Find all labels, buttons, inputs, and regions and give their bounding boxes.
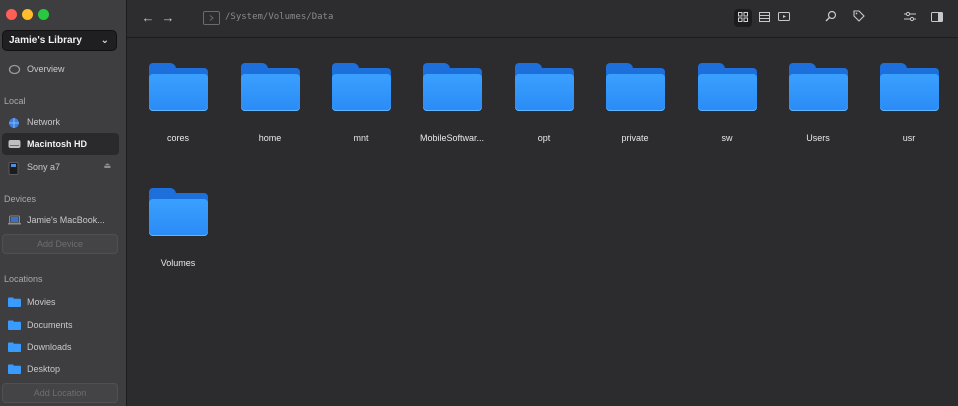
folder-name: private: [621, 133, 649, 143]
folder-icon: [605, 63, 665, 111]
laptop-icon: [8, 215, 21, 226]
sidebar-item-label: Jamie's MacBook...: [27, 215, 105, 225]
folder-item-home[interactable]: home: [227, 63, 313, 143]
globe-icon: [8, 117, 21, 128]
sidebar: Jamie's Library ⌄ Overview Local Network…: [0, 0, 127, 406]
sidebar-item-label: Network: [27, 117, 61, 127]
folder-icon: [8, 342, 21, 353]
library-selector[interactable]: Jamie's Library ⌄: [2, 30, 117, 51]
folder-item-usr[interactable]: usr: [866, 63, 952, 143]
folder-item-opt[interactable]: opt: [501, 63, 587, 143]
sidebar-item-macbook[interactable]: Jamie's MacBook...: [2, 209, 119, 231]
folder-icon: [879, 63, 939, 111]
inspector-panel-icon[interactable]: [929, 10, 945, 26]
folder-icon: [422, 63, 482, 111]
folder-name: Volumes: [160, 258, 196, 268]
folder-name: sw: [721, 133, 733, 143]
folder-name: cores: [166, 133, 189, 143]
sidebar-item-label: Movies: [27, 297, 56, 307]
add-device-button[interactable]: Add Device: [2, 234, 118, 254]
sidebar-item-documents[interactable]: Documents: [2, 314, 119, 336]
sidebar-item-downloads[interactable]: Downloads: [2, 336, 119, 358]
chevron-down-icon: ⌄: [100, 35, 109, 46]
folder-icon: [148, 188, 208, 236]
folder-item-mnt[interactable]: mnt: [318, 63, 404, 143]
sidebar-item-macintosh-hd[interactable]: Macintosh HD: [2, 133, 119, 155]
hard-drive-icon: [8, 139, 21, 150]
eject-icon[interactable]: ⏏: [103, 161, 111, 170]
folder-item-private[interactable]: private: [592, 63, 678, 143]
sidebar-item-label: Overview: [27, 64, 65, 74]
folder-name: opt: [537, 133, 551, 143]
folder-item-sw[interactable]: sw: [684, 63, 770, 143]
file-browser-window: Jamie's Library ⌄ Overview Local Network…: [0, 0, 958, 406]
path-bar[interactable]: /System/Volumes/Data: [225, 12, 333, 22]
sidebar-item-label: Documents: [27, 320, 73, 330]
sidebar-item-label: Downloads: [27, 342, 72, 352]
section-title-locations: Locations: [4, 274, 43, 284]
overview-icon: [8, 64, 21, 75]
folder-icon: [788, 63, 848, 111]
search-icon[interactable]: [823, 10, 839, 26]
sd-card-icon: [8, 161, 21, 175]
folder-item-mobilesoftwareupdate[interactable]: MobileSoftwar...: [409, 63, 495, 143]
folder-grid: cores home mnt MobileSoftwar... opt priv…: [127, 38, 958, 406]
window-controls: [6, 9, 49, 20]
folder-icon: [240, 63, 300, 111]
folder-item-users[interactable]: Users: [775, 63, 861, 143]
sidebar-item-network[interactable]: Network: [2, 111, 119, 133]
folder-name: mnt: [353, 133, 369, 143]
close-window-button[interactable]: [6, 9, 17, 20]
folder-icon: [8, 297, 21, 308]
folder-icon: [697, 63, 757, 111]
folder-name: home: [258, 133, 282, 143]
folder-name: usr: [902, 133, 916, 143]
back-arrow-icon[interactable]: ←: [140, 10, 156, 26]
forward-arrow-icon[interactable]: →: [160, 10, 176, 26]
maximize-window-button[interactable]: [38, 9, 49, 20]
sidebar-item-label: Desktop: [27, 364, 61, 374]
folder-icon: [8, 364, 21, 375]
folder-name: MobileSoftwar...: [419, 133, 485, 143]
sidebar-item-desktop[interactable]: Desktop: [2, 358, 119, 380]
folder-item-volumes[interactable]: Volumes: [135, 188, 221, 268]
folder-icon: [8, 320, 21, 331]
minimize-window-button[interactable]: [22, 9, 33, 20]
sidebar-item-overview[interactable]: Overview: [2, 58, 119, 80]
grid-view-icon[interactable]: [734, 9, 752, 27]
folder-path-icon: [203, 11, 220, 25]
sidebar-item-label: Macintosh HD: [27, 139, 88, 149]
add-location-button[interactable]: Add Location: [2, 383, 118, 403]
section-title-devices: Devices: [4, 194, 37, 204]
section-title-local: Local: [4, 96, 26, 106]
folder-icon: [331, 63, 391, 111]
list-view-icon[interactable]: [756, 10, 772, 26]
folder-name: Users: [806, 133, 830, 143]
media-view-icon[interactable]: [776, 10, 792, 26]
folder-item-cores[interactable]: cores: [135, 63, 221, 143]
library-title: Jamie's Library: [9, 35, 82, 46]
folder-icon: [514, 63, 574, 111]
tag-icon[interactable]: [851, 10, 867, 26]
sliders-icon[interactable]: [902, 10, 918, 26]
sidebar-item-movies[interactable]: Movies: [2, 291, 119, 313]
sidebar-item-sony-a7[interactable]: Sony a7 ⏏: [2, 156, 119, 178]
folder-icon: [148, 63, 208, 111]
toolbar: ← → /System/Volumes/Data: [127, 0, 958, 38]
sidebar-item-label: Sony a7: [27, 162, 61, 172]
